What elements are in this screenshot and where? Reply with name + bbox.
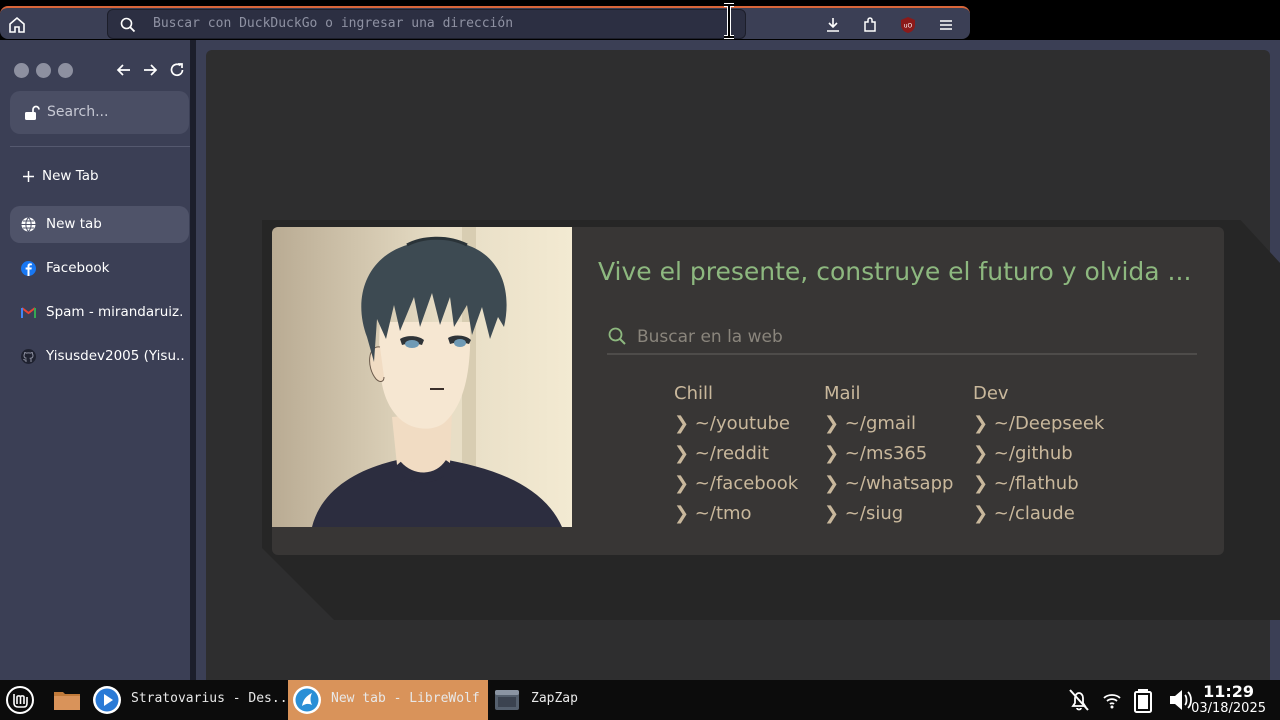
task-label: Stratovarius - Des... (131, 691, 296, 706)
column-title: Chill (674, 383, 713, 404)
folder-icon[interactable] (52, 685, 82, 715)
bookmark-link[interactable]: ❯ ~/youtube (674, 413, 798, 443)
tab-facebook[interactable]: Facebook (10, 250, 189, 287)
browser-toolbar: Buscar con DuckDuckGo o ingresar una dir… (0, 0, 1280, 40)
new-tab-label: New Tab (42, 168, 99, 184)
task-zapzap[interactable]: ZapZap (488, 680, 598, 720)
taskbar: Stratovarius - Des... New tab - LibreWol… (0, 680, 1280, 720)
bookmark-link[interactable]: ❯ ~/ms365 (824, 443, 953, 473)
lock-icon (25, 105, 40, 120)
column-title: Mail (824, 383, 861, 404)
notifications-muted-icon[interactable] (1064, 685, 1094, 715)
new-tab-button[interactable]: New Tab (10, 158, 189, 195)
startpage-tagline: Vive el presente, construye el futuro y … (598, 257, 1192, 286)
startpage: Vive el presente, construye el futuro y … (206, 50, 1280, 680)
svg-text:uO: uO (904, 23, 913, 30)
url-placeholder: Buscar con DuckDuckGo o ingresar una dir… (153, 16, 514, 31)
window-maximize-dot[interactable] (58, 63, 73, 78)
sidebar-divider (10, 146, 190, 147)
bookmark-link[interactable]: ❯ ~/gmail (824, 413, 953, 443)
download-icon[interactable] (823, 15, 843, 35)
window-minimize-dot[interactable] (36, 63, 51, 78)
window-icon (495, 690, 519, 710)
task-label: New tab - LibreWolf (331, 691, 480, 706)
column-title: Dev (973, 383, 1009, 404)
window-controls (14, 63, 80, 82)
bookmark-link[interactable]: ❯ ~/tmo (674, 503, 798, 533)
tab-gmail[interactable]: Spam - mirandaruiz... (10, 294, 189, 331)
globe-icon (21, 217, 36, 232)
bookmark-link[interactable]: ❯ ~/github (973, 443, 1104, 473)
tab-label: Facebook (46, 260, 110, 276)
text-cursor-icon (724, 3, 734, 39)
tab-label: Spam - mirandaruiz... (46, 304, 184, 320)
plus-icon (23, 171, 34, 182)
anime-avatar-illustration (272, 227, 572, 527)
tab-new-tab[interactable]: New tab (10, 206, 189, 243)
task-stratovarius[interactable]: Stratovarius - Des... (90, 680, 295, 720)
link-column-chill: Chill ❯ ~/youtube ❯ ~/reddit ❯ ~/faceboo… (674, 383, 798, 533)
toolbar-frame: Buscar con DuckDuckGo o ingresar una dir… (0, 6, 970, 39)
mint-menu-icon[interactable] (5, 685, 35, 715)
sidebar-search[interactable]: Search... (10, 91, 189, 134)
window-close-dot[interactable] (14, 63, 29, 78)
clock-time: 11:29 (1203, 682, 1254, 701)
bookmark-link[interactable]: ❯ ~/claude (973, 503, 1104, 533)
menu-icon[interactable] (936, 15, 956, 35)
bookmark-link[interactable]: ❯ ~/facebook (674, 473, 798, 503)
bookmark-link[interactable]: ❯ ~/reddit (674, 443, 798, 473)
extensions-icon[interactable] (860, 15, 880, 35)
bookmark-link[interactable]: ❯ ~/siug (824, 503, 953, 533)
bookmark-link[interactable]: ❯ ~/Deepseek (973, 413, 1104, 443)
link-column-mail: Mail ❯ ~/gmail ❯ ~/ms365 ❯ ~/whatsapp ❯ … (824, 383, 953, 533)
media-player-icon (93, 686, 121, 714)
battery-icon[interactable] (1128, 685, 1158, 715)
wifi-icon[interactable] (1097, 685, 1127, 715)
gmail-icon (21, 307, 36, 318)
github-icon (21, 349, 36, 364)
tab-label: New tab (46, 216, 102, 232)
url-bar[interactable]: Buscar con DuckDuckGo o ingresar una dir… (107, 9, 746, 39)
search-icon (120, 17, 136, 33)
reload-icon[interactable] (167, 60, 187, 80)
ublock-icon[interactable]: uO (898, 15, 918, 35)
web-search-placeholder: Buscar en la web (637, 327, 783, 347)
task-librewolf[interactable]: New tab - LibreWolf (288, 680, 488, 720)
task-label: ZapZap (531, 691, 578, 706)
clock[interactable]: 11:29 03/18/2025 (1191, 682, 1266, 716)
sidebar-search-placeholder: Search... (47, 104, 109, 120)
link-column-dev: Dev ❯ ~/Deepseek ❯ ~/github ❯ ~/flathub … (973, 383, 1104, 533)
search-icon (608, 327, 626, 345)
tab-label: Yisusdev2005 (Yisu... (46, 348, 184, 364)
bookmark-link[interactable]: ❯ ~/whatsapp (824, 473, 953, 503)
bookmark-link[interactable]: ❯ ~/flathub (973, 473, 1104, 503)
web-search-input[interactable]: Buscar en la web (607, 323, 1197, 355)
librewolf-icon (293, 686, 321, 714)
home-icon[interactable] (6, 14, 28, 36)
forward-arrow-icon[interactable] (140, 60, 160, 80)
back-arrow-icon[interactable] (114, 60, 134, 80)
tab-github[interactable]: Yisusdev2005 (Yisu... (10, 338, 189, 375)
sidebar: Search... New Tab New tab Facebook Spam … (0, 40, 196, 680)
browser-viewport: Vive el presente, construye el futuro y … (196, 40, 1280, 680)
facebook-icon (21, 261, 36, 276)
startpage-card: Vive el presente, construye el futuro y … (272, 227, 1224, 555)
clock-date: 03/18/2025 (1191, 701, 1266, 716)
